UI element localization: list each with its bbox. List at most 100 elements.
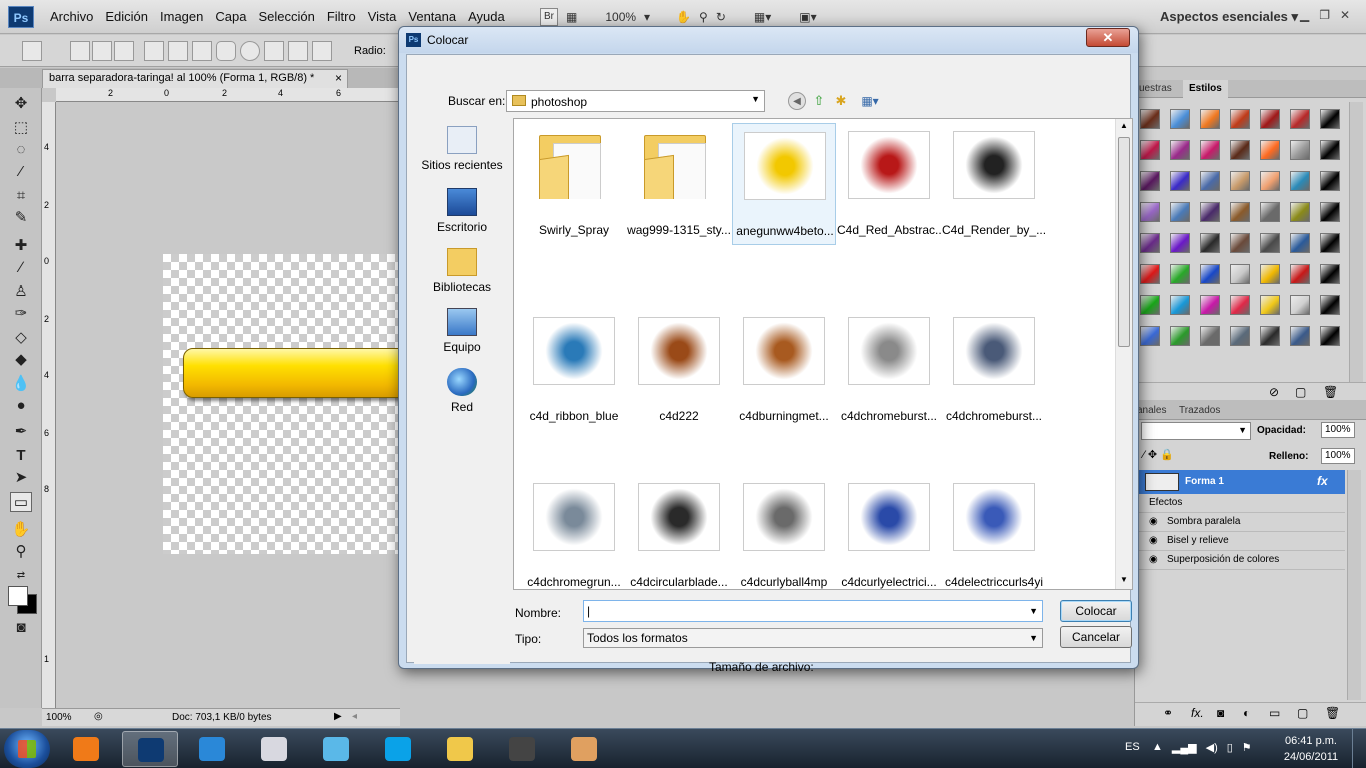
file-name-input[interactable]: | ▼ [583,600,1043,622]
lasso-tool-icon[interactable]: ◌ [10,140,32,160]
dodge-tool-icon[interactable]: ● [10,396,32,416]
look-in-dropdown[interactable]: photoshop ▼ [506,90,765,112]
mask-icon[interactable]: ◙ [1217,706,1224,720]
style-swatch[interactable] [1170,264,1190,284]
fill-field[interactable]: 100% [1321,448,1355,464]
style-swatch[interactable] [1230,171,1250,191]
new-style-icon[interactable]: ▢ [1295,385,1306,399]
screen-mode-icon[interactable]: ▣▾ [799,10,816,24]
folder-item[interactable]: wag999-1315_sty... [627,123,731,245]
hand-tool-icon[interactable]: ✋ [676,10,691,24]
paint-bucket-icon[interactable]: ◆ [10,350,32,370]
add-style-icon[interactable]: fx. [1191,706,1204,720]
taskbar-app-media[interactable] [58,731,114,767]
start-button[interactable] [4,730,50,768]
place-computer[interactable]: Equipo [414,308,510,354]
frame-icon[interactable]: ▦ [566,10,577,24]
effect-row-drop-shadow[interactable]: ◉ Sombra paralela [1135,513,1345,532]
cancel-button[interactable]: Cancelar [1060,626,1132,648]
style-swatch[interactable] [1170,295,1190,315]
tab-swatches[interactable]: uestras [1139,83,1172,94]
close-icon[interactable]: × [335,70,342,87]
document-tab[interactable]: barra separadora-taringa! al 100% (Forma… [42,69,348,88]
eraser-icon[interactable]: ◇ [10,328,32,348]
freeform-pen-icon[interactable] [168,41,188,61]
style-swatch[interactable] [1170,326,1190,346]
healing-brush-icon[interactable]: ✚ [10,236,32,256]
style-swatch[interactable] [1140,202,1160,222]
power-icon[interactable]: ▯ [1227,741,1233,754]
style-swatch[interactable] [1200,264,1220,284]
chevron-down-icon[interactable]: ▼ [1029,604,1038,618]
image-file-item[interactable]: C4d_Red_Abstrac... [837,123,941,245]
style-swatch[interactable] [1290,264,1310,284]
pen-tool-icon[interactable] [144,41,164,61]
style-swatch[interactable] [1170,109,1190,129]
style-swatch[interactable] [1200,171,1220,191]
restore-icon[interactable]: ❐ [1319,8,1330,22]
close-icon[interactable]: ✕ [1340,8,1350,22]
style-swatch[interactable] [1260,264,1280,284]
tab-styles[interactable]: Estilos [1183,80,1228,98]
document-canvas[interactable] [163,254,423,554]
new-layer-icon[interactable]: ▢ [1297,706,1308,720]
taskbar-app-skype[interactable] [370,731,426,767]
pen-tool-icon[interactable]: ✒ [10,422,32,442]
signal-icon[interactable]: ▂▄▆ [1172,741,1197,754]
shape-tool-icon[interactable]: ▭ [10,492,32,512]
taskbar-app-calculator[interactable] [246,731,302,767]
menu-ayuda[interactable]: Ayuda [462,9,511,24]
flag-icon[interactable]: ⚑ [1242,741,1252,754]
clock-time[interactable]: 06:41 p.m. [1282,735,1340,747]
menu-edicion[interactable]: Edición [99,9,154,24]
quick-selection-icon[interactable]: ⁄ [10,162,32,182]
style-swatch[interactable] [1140,109,1160,129]
delete-icon[interactable]: 🗑 [1323,385,1338,399]
style-swatch[interactable] [1260,295,1280,315]
canvas-area[interactable] [56,102,423,708]
tab-paths[interactable]: Trazados [1179,405,1220,416]
place-libraries[interactable]: Bibliotecas [414,248,510,294]
image-file-item[interactable]: c4dchromeburst... [942,309,1046,431]
layer-name[interactable]: Forma 1 [1185,476,1224,487]
style-swatch[interactable] [1260,202,1280,222]
style-swatch[interactable] [1140,233,1160,253]
view-menu-icon[interactable]: ▦▾ [857,92,883,110]
image-file-item[interactable]: c4d222 [627,309,731,431]
clear-style-icon[interactable]: ⊘ [1269,385,1279,399]
style-swatch[interactable] [1320,140,1340,160]
clone-stamp-icon[interactable]: ♙ [10,282,32,302]
fx-icon[interactable]: fx [1317,474,1328,488]
style-swatch[interactable] [1230,264,1250,284]
zoom-tool-icon[interactable]: ⚲ [10,542,32,562]
style-swatch[interactable] [1320,295,1340,315]
layer-row-forma-1[interactable]: Forma 1 fx [1135,470,1345,494]
style-swatch[interactable] [1140,295,1160,315]
style-swatch[interactable] [1320,233,1340,253]
line-icon[interactable] [288,41,308,61]
style-swatch[interactable] [1170,233,1190,253]
style-swatch[interactable] [1230,109,1250,129]
tool-preset-button[interactable] [22,41,42,61]
style-swatch[interactable] [1260,109,1280,129]
ellipse-icon[interactable] [240,41,260,61]
rounded-rectangle-icon[interactable] [216,41,236,61]
zoom-tool-icon[interactable]: ⚲ [699,10,708,24]
place-desktop[interactable]: Escritorio [414,188,510,234]
language-indicator[interactable]: ES [1125,741,1140,753]
eye-icon[interactable]: ◉ [1149,532,1158,550]
arrange-documents-icon[interactable]: ▦▾ [754,10,771,24]
style-swatch[interactable] [1170,202,1190,222]
foreground-color-swatch[interactable] [8,586,28,606]
image-file-item[interactable]: anegunww4beto... [732,123,836,245]
swap-colors-icon[interactable]: ⇄ [10,566,32,586]
style-swatch[interactable] [1320,171,1340,191]
group-icon[interactable]: ▭ [1269,706,1280,720]
hand-tool-icon[interactable]: ✋ [10,520,32,540]
adjustment-icon[interactable]: ◐ [1243,706,1250,720]
opacity-field[interactable]: 100% [1321,422,1355,438]
clock-date[interactable]: 24/06/2011 [1280,751,1342,763]
taskbar-app-notes[interactable] [308,731,364,767]
paths-button[interactable] [92,41,112,61]
shape-layers-button[interactable] [70,41,90,61]
